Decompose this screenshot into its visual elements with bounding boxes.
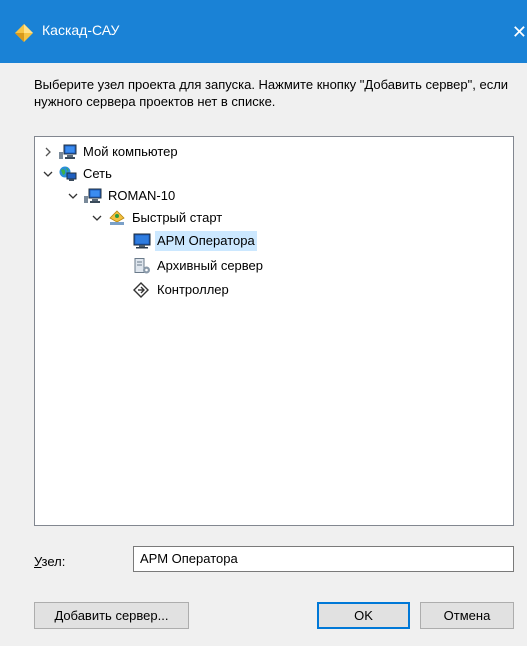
window-title: Каскад-САУ: [42, 22, 120, 38]
tree-node-arm-operator[interactable]: АРМ Оператора: [133, 230, 257, 252]
project-tree[interactable]: Мой компьютер Сеть ROMAN-10 Быстрый стар…: [34, 136, 514, 526]
tree-node-label: Архивный сервер: [157, 258, 263, 273]
chevron-down-icon[interactable]: [66, 189, 80, 203]
title-bar: Каскад-САУ ✕: [0, 0, 527, 63]
add-server-button[interactable]: Добавить сервер...: [34, 602, 189, 629]
tree-node-network[interactable]: Сеть: [41, 163, 114, 185]
tree-node-controller[interactable]: Контроллер: [133, 279, 231, 301]
tree-node-roman-10[interactable]: ROMAN-10: [66, 185, 177, 207]
tree-node-archive-server[interactable]: Архивный сервер: [133, 255, 265, 277]
project-icon: [109, 210, 125, 225]
node-field[interactable]: АРМ Оператора: [133, 546, 514, 572]
chevron-right-icon[interactable]: [41, 145, 55, 159]
computer-icon: [84, 188, 102, 203]
add-server-accesskey: Д: [54, 608, 64, 623]
add-server-label: обавить сервер...: [63, 608, 169, 623]
tree-node-label: Быстрый старт: [132, 210, 223, 225]
tree-node-label: АРМ Оператора: [155, 231, 257, 251]
close-button[interactable]: ✕: [505, 17, 527, 47]
ok-button[interactable]: OK: [317, 602, 410, 629]
kaskad-diamond-icon: [15, 24, 33, 42]
network-icon: [59, 166, 77, 181]
controller-icon: [133, 282, 149, 298]
tree-node-label: Мой компьютер: [83, 144, 178, 159]
archive-server-icon: [134, 258, 150, 274]
monitor-icon: [133, 233, 151, 249]
chevron-down-icon[interactable]: [41, 167, 55, 181]
node-field-label-accesskey: У: [34, 554, 42, 569]
computer-icon: [59, 144, 77, 159]
tree-node-label: Сеть: [83, 166, 112, 181]
chevron-down-icon[interactable]: [90, 211, 104, 225]
tree-node-my-computer[interactable]: Мой компьютер: [41, 141, 180, 163]
cancel-button[interactable]: Отмена: [420, 602, 514, 629]
tree-node-quick-start[interactable]: Быстрый старт: [90, 207, 224, 229]
tree-node-label: Контроллер: [157, 282, 229, 297]
node-field-label-text: зел:: [41, 554, 66, 569]
node-field-label: Узел:: [34, 554, 65, 569]
instruction-text: Выберите узел проекта для запуска. Нажми…: [34, 77, 509, 109]
dialog-window: Каскад-САУ ✕ Выберите узел проекта для з…: [0, 0, 527, 646]
tree-node-label: ROMAN-10: [108, 188, 176, 203]
